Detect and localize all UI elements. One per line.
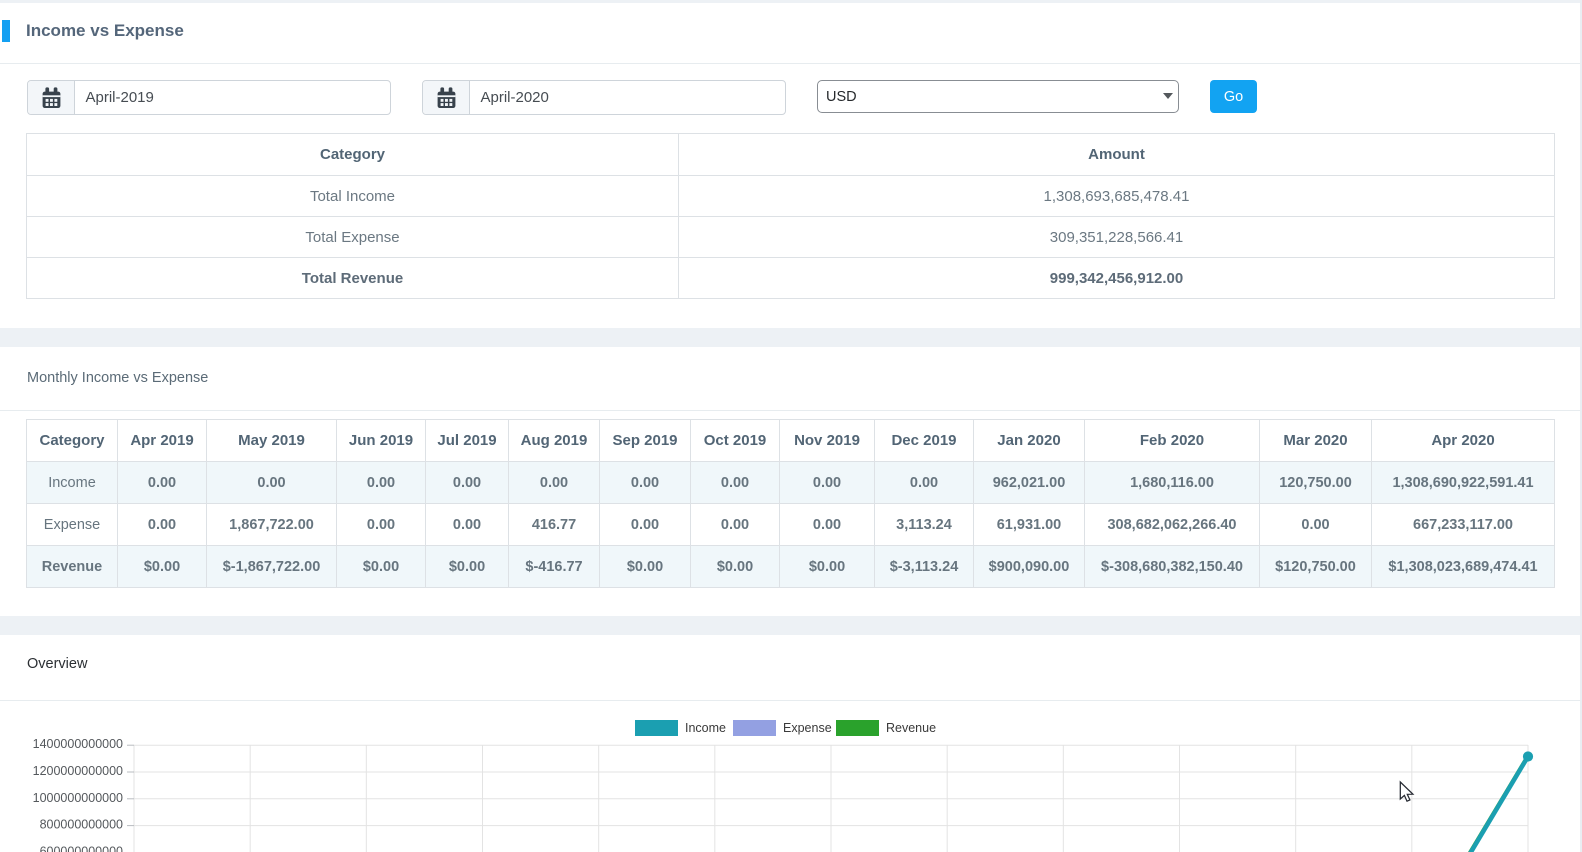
svg-text:800000000000: 800000000000 — [40, 818, 123, 832]
svg-text:600000000000: 600000000000 — [40, 844, 123, 852]
svg-text:1000000000000: 1000000000000 — [33, 791, 123, 805]
svg-text:1200000000000: 1200000000000 — [33, 764, 123, 778]
svg-text:1400000000000: 1400000000000 — [33, 737, 123, 751]
